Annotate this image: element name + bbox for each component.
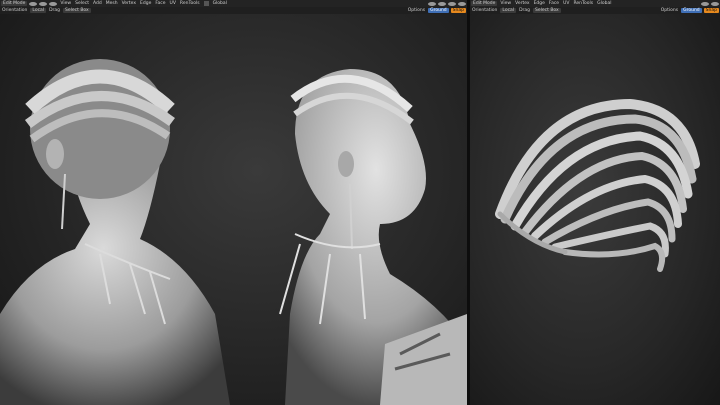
left-orientation-select[interactable]: Local	[30, 8, 47, 13]
right-menu-vertex[interactable]: Vertex	[513, 1, 531, 6]
left-menu-select[interactable]: Select	[73, 1, 91, 6]
left-viewport-render	[0, 59, 467, 405]
left-snap-button[interactable]: Snap	[450, 8, 466, 13]
left-drag-select[interactable]: Select Box	[63, 8, 91, 13]
left-mode-select[interactable]: Edit Mode	[1, 1, 28, 6]
right-orientation-label: Orientation	[472, 8, 498, 13]
right-viewport-render	[495, 98, 700, 272]
left-snap-target[interactable]: Ground	[428, 8, 449, 13]
left-shading-solid-icon[interactable]	[448, 1, 456, 6]
right-menu-edge[interactable]: Edge	[532, 1, 547, 6]
left-edge-select-icon[interactable]	[39, 1, 48, 6]
right-mode-select[interactable]: Edit Mode	[471, 1, 498, 6]
left-options-button[interactable]: Options	[406, 8, 427, 13]
left-header-separator	[203, 1, 209, 6]
left-menu-edge[interactable]: Edge	[138, 1, 153, 6]
left-transform-global[interactable]: Global	[211, 1, 229, 6]
left-menu-vertex[interactable]: Vertex	[120, 1, 138, 6]
right-orientation-select[interactable]: Local	[500, 8, 517, 13]
right-drag-select[interactable]: Select Box	[533, 8, 561, 13]
right-header-main: Edit Mode View Vertex Edge Face UV RenTo…	[470, 0, 720, 7]
left-drag-label: Drag	[49, 8, 61, 13]
left-menu-face[interactable]: Face	[153, 1, 167, 6]
hair-band-mesh	[495, 98, 700, 272]
right-options-button[interactable]: Options	[659, 8, 680, 13]
left-menu-add[interactable]: Add	[91, 1, 104, 6]
back-view-figure	[0, 59, 230, 405]
left-overlay-icon[interactable]	[428, 1, 436, 6]
right-transform-global[interactable]: Global	[595, 1, 613, 6]
left-menu-mesh[interactable]: Mesh	[104, 1, 120, 6]
right-menu-uv[interactable]: UV	[561, 1, 571, 6]
right-snap-target[interactable]: Ground	[681, 8, 702, 13]
left-3d-viewport[interactable]	[0, 14, 467, 405]
left-xray-icon[interactable]	[438, 1, 446, 6]
right-menu-rentools[interactable]: RenTools	[571, 1, 595, 6]
right-shading-material-icon[interactable]	[711, 1, 719, 6]
left-face-select-icon[interactable]	[49, 1, 58, 6]
left-shading-material-icon[interactable]	[458, 1, 466, 6]
right-3d-viewport[interactable]	[470, 14, 720, 405]
left-menu-view[interactable]: View	[58, 1, 73, 6]
side-view-figure	[279, 69, 467, 405]
right-drag-label: Drag	[519, 8, 531, 13]
left-menu-rentools[interactable]: RenTools	[178, 1, 202, 6]
left-orientation-label: Orientation	[2, 8, 28, 13]
left-vertex-select-icon[interactable]	[29, 1, 38, 6]
left-menu-uv[interactable]: UV	[168, 1, 178, 6]
right-menu-view[interactable]: View	[498, 1, 513, 6]
right-snap-button[interactable]: Snap	[703, 8, 719, 13]
right-overlay-icon[interactable]	[701, 1, 709, 6]
right-tool-header: Orientation Local Drag Select Box Option…	[470, 7, 720, 14]
right-menu-face[interactable]: Face	[547, 1, 561, 6]
left-header-main: Edit Mode View Select Add Mesh Vertex Ed…	[0, 0, 467, 7]
left-tool-header: Orientation Local Drag Select Box Option…	[0, 7, 467, 14]
